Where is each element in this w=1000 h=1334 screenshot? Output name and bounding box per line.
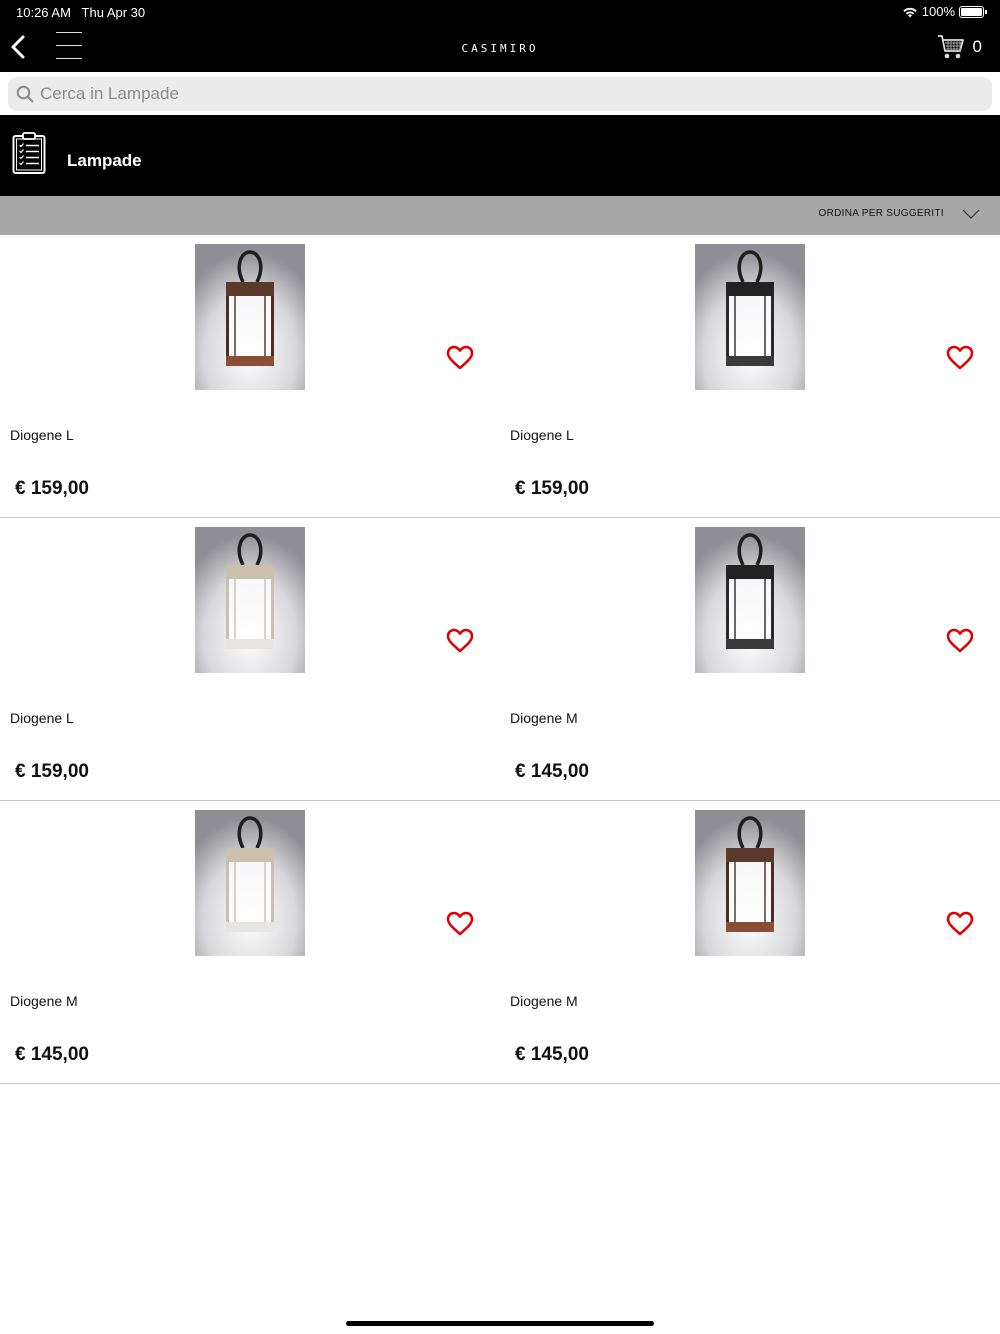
product-price: € 159,00 [15,761,89,782]
product-image[interactable] [695,527,805,673]
favorite-heart-icon[interactable] [446,628,474,654]
sort-label: ORDINA PER SUGGERITI [818,208,944,219]
menu-button[interactable] [56,32,82,62]
product-row: Diogene M € 145,00 Diogene M € 145,00 [0,801,1000,1084]
battery-icon [959,5,987,18]
shopping-cart-icon [937,35,964,59]
product-price: € 145,00 [515,761,589,782]
status-time: 10:26 AM Thu Apr 30 [16,5,145,20]
search-input[interactable] [40,84,940,104]
product-name[interactable]: Diogene L [10,427,74,443]
wifi-icon [903,7,917,17]
product-price: € 159,00 [515,478,589,499]
product-card[interactable]: Diogene L € 159,00 [0,518,500,801]
product-name[interactable]: Diogene L [510,427,574,443]
product-card[interactable]: Diogene L € 159,00 [500,235,1000,518]
product-name[interactable]: Diogene M [510,710,578,726]
cart-count: 0 [972,37,982,56]
product-row: Diogene L € 159,00 Diogene M € 145,00 [0,518,1000,801]
search-icon [16,85,34,103]
product-card[interactable]: Diogene M € 145,00 [0,801,500,1084]
status-clock: 10:26 AM [16,5,71,20]
product-card[interactable]: Diogene M € 145,00 [500,518,1000,801]
brand-logo[interactable]: CASIMIRO [440,42,560,55]
status-indicators: 100% [902,4,987,19]
favorite-heart-icon[interactable] [946,911,974,937]
product-image[interactable] [195,244,305,390]
favorite-heart-icon[interactable] [446,345,474,371]
search-field[interactable] [8,77,992,111]
search-bar [0,72,1000,115]
chevron-left-icon [11,35,25,59]
product-price: € 145,00 [515,1044,589,1065]
battery-percent: 100% [921,4,955,19]
hamburger-line [56,32,82,33]
sort-bar: ORDINA PER SUGGERITI [0,196,1000,235]
top-bar: 10:26 AM Thu Apr 30 100% CASIMIRO 0 [0,0,1000,72]
hamburger-line [56,45,82,46]
status-date: Thu Apr 30 [81,5,146,20]
product-price: € 145,00 [15,1044,89,1065]
favorite-heart-icon[interactable] [946,345,974,371]
favorite-heart-icon[interactable] [446,911,474,937]
home-indicator[interactable] [346,1321,654,1326]
product-name[interactable]: Diogene M [10,993,78,1009]
cart-button[interactable]: 0 [937,34,982,60]
product-image[interactable] [695,810,805,956]
chevron-down-icon [962,209,980,219]
hamburger-line [56,58,82,59]
product-name[interactable]: Diogene L [10,710,74,726]
product-name[interactable]: Diogene M [510,993,578,1009]
favorite-heart-icon[interactable] [946,628,974,654]
category-header: Lampade [0,115,1000,196]
sort-dropdown[interactable]: ORDINA PER SUGGERITI [819,208,980,219]
product-card[interactable]: Diogene M € 145,00 [500,801,1000,1084]
product-price: € 159,00 [15,478,89,499]
product-card[interactable]: Diogene L € 159,00 [0,235,500,518]
product-image[interactable] [695,244,805,390]
product-image[interactable] [195,810,305,956]
product-image[interactable] [195,527,305,673]
category-title: Lampade [67,151,142,170]
product-grid: Diogene L € 159,00 Diogene L € 159,00 Diogen… [0,235,1000,1084]
back-button[interactable] [8,32,32,64]
product-row: Diogene L € 159,00 Diogene L € 159,00 [0,235,1000,518]
clipboard-list-icon [12,132,46,174]
